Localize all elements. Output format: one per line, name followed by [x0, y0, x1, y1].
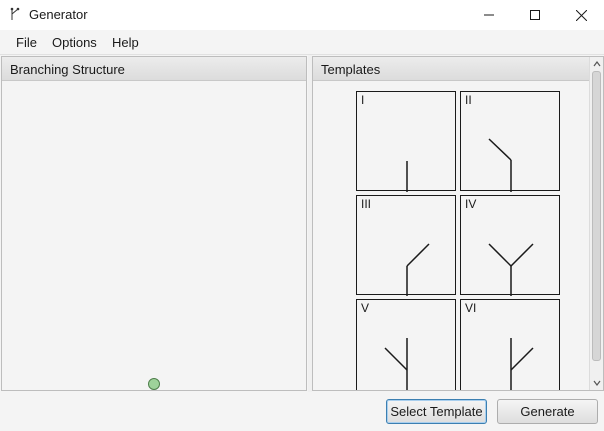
menu-bar: File Options Help [0, 30, 604, 55]
template-label: VI [465, 301, 477, 315]
maximize-icon [530, 10, 540, 20]
template-label: I [361, 93, 365, 107]
template-label: III [361, 197, 372, 211]
template-label: II [465, 93, 472, 107]
root-node[interactable] [148, 378, 160, 390]
branching-canvas[interactable] [2, 82, 306, 390]
templates-scrollbar[interactable] [589, 57, 603, 390]
template-v-icon [384, 338, 408, 390]
templates-title: Templates [321, 62, 381, 77]
branch-icon [10, 7, 20, 20]
template-iv-icon [488, 243, 534, 296]
menu-options[interactable]: Options [52, 35, 97, 50]
templates-panel: Templates I II III IV V VI [312, 56, 604, 391]
scroll-down-icon[interactable] [593, 379, 601, 387]
template-label: IV [465, 197, 477, 211]
window-title: Generator [29, 7, 88, 22]
scrollbar-thumb[interactable] [592, 71, 601, 361]
menu-help[interactable]: Help [112, 35, 139, 50]
minimize-icon [484, 14, 494, 16]
template-i[interactable]: I [356, 91, 456, 192]
scroll-up-icon[interactable] [593, 60, 601, 68]
template-v[interactable]: V [356, 299, 456, 390]
select-template-button[interactable]: Select Template [386, 399, 487, 424]
template-iii[interactable]: III [356, 195, 456, 296]
maximize-button[interactable] [512, 0, 558, 30]
template-ii-icon [488, 138, 512, 192]
branching-structure-panel: Branching Structure [1, 56, 307, 391]
menu-file[interactable]: File [16, 35, 37, 50]
generate-button[interactable]: Generate [497, 399, 598, 424]
template-iv[interactable]: IV [460, 195, 560, 296]
minimize-button[interactable] [466, 0, 512, 30]
template-ii[interactable]: II [460, 91, 560, 192]
title-bar: Generator [0, 0, 604, 30]
templates-header: Templates [313, 57, 603, 81]
template-iii-icon [406, 243, 430, 296]
template-vi[interactable]: VI [460, 299, 560, 390]
main-content: Branching Structure Templates I II III I… [0, 55, 604, 431]
close-icon [575, 9, 587, 21]
templates-list: I II III IV V VI [313, 82, 589, 390]
close-button[interactable] [558, 0, 604, 30]
template-i-icon [406, 161, 408, 192]
template-label: V [361, 301, 370, 315]
branching-structure-title: Branching Structure [10, 62, 125, 77]
branching-structure-header: Branching Structure [2, 57, 306, 81]
